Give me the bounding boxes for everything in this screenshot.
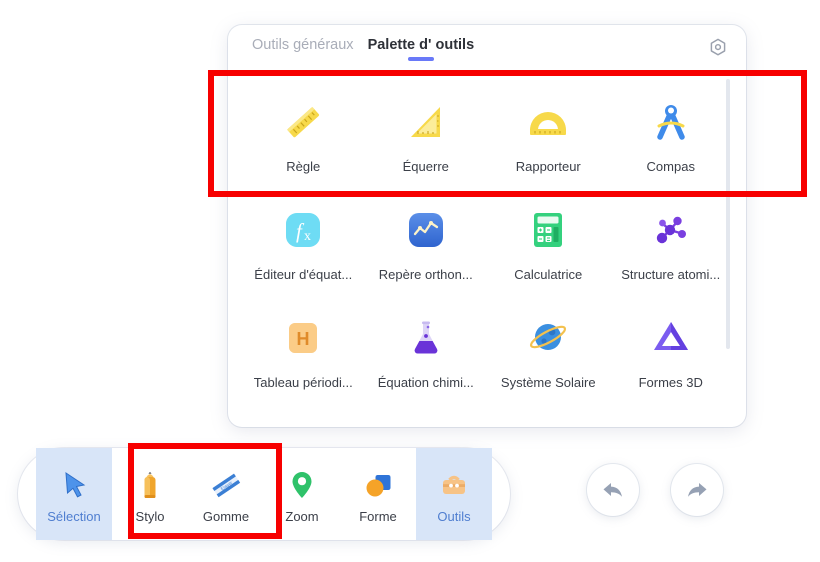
- gear-icon: [710, 38, 726, 56]
- tool-item-calculatrice[interactable]: Calculatrice: [487, 189, 610, 297]
- map-pin-icon: [282, 465, 322, 505]
- tool-label: Calculatrice: [514, 267, 583, 282]
- tool-item-formes-3d[interactable]: Formes 3D: [610, 297, 733, 405]
- tool-label: Tableau périodi...: [253, 375, 353, 390]
- tool-item-rapporteur[interactable]: Rapporteur: [487, 81, 610, 189]
- toolbar-item-zoom[interactable]: Zoom: [264, 448, 340, 540]
- tool-label: Équerre: [402, 159, 449, 174]
- tool-label: Équation chimi...: [377, 375, 474, 390]
- planet-icon: [521, 311, 575, 365]
- tool-label: Rapporteur: [515, 159, 581, 174]
- tool-item-equation-chimique[interactable]: Équation chimi...: [365, 297, 488, 405]
- pen-icon: [130, 465, 170, 505]
- tool-item-tableau-periodique[interactable]: H Tableau périodi...: [242, 297, 365, 405]
- toolbar-item-selection[interactable]: Sélection: [36, 448, 112, 540]
- toolbar-item-forme[interactable]: Forme: [340, 448, 416, 540]
- shapes-icon: [358, 465, 398, 505]
- undo-button[interactable]: [587, 464, 639, 516]
- tool-palette-panel: Outils généraux Palette d' outils Règle …: [228, 25, 746, 427]
- 3d-shapes-icon: [644, 311, 698, 365]
- toolbar-item-gomme[interactable]: Eraser Gomme: [188, 448, 264, 540]
- tool-label: Règle: [286, 159, 321, 174]
- tool-item-equerre[interactable]: Équerre: [365, 81, 488, 189]
- tool-label: Structure atomi...: [621, 267, 721, 282]
- tool-item-systeme-solaire[interactable]: Système Solaire: [487, 297, 610, 405]
- calculator-icon: [521, 203, 575, 257]
- tool-item-editeur-equation[interactable]: f x Éditeur d'équat...: [242, 189, 365, 297]
- panel-tabs: Outils généraux Palette d' outils: [252, 36, 475, 61]
- tool-label: Formes 3D: [638, 375, 703, 390]
- tab-label: Outils généraux: [252, 36, 354, 53]
- periodic-table-icon: H: [276, 311, 330, 365]
- tool-label: Repère orthon...: [378, 267, 473, 282]
- toolbar-label: Outils: [437, 508, 471, 524]
- tool-label: Système Solaire: [500, 375, 596, 390]
- tool-label: Compas: [646, 159, 695, 174]
- ruler-icon: [276, 95, 330, 149]
- chemistry-flask-icon: [399, 311, 453, 365]
- protractor-icon: [521, 95, 575, 149]
- toolbar-label: Gomme: [202, 508, 250, 524]
- toolbar-label: Stylo: [135, 508, 165, 524]
- equation-editor-icon: f x: [276, 203, 330, 257]
- tab-label: Palette d' outils: [367, 36, 475, 53]
- tool-item-repere-orthonorme[interactable]: Repère orthon...: [365, 189, 488, 297]
- active-tab-indicator: [407, 56, 434, 61]
- compass-icon: [644, 95, 698, 149]
- toolbar-label: Sélection: [47, 508, 101, 524]
- tool-item-structure-atomique[interactable]: Structure atomi...: [610, 189, 733, 297]
- tool-label: Éditeur d'équat...: [254, 267, 353, 282]
- panel-body: Règle Équerre Rapporteur Compas f x Édit…: [228, 71, 746, 427]
- toolbox-icon: [434, 465, 474, 505]
- redo-arrow-icon: [688, 483, 707, 497]
- undo-arrow-icon: [603, 483, 622, 497]
- settings-button[interactable]: [706, 36, 730, 60]
- svg-text:x: x: [304, 229, 311, 244]
- tab-outils-generaux[interactable]: Outils généraux: [252, 37, 354, 60]
- tool-item-regle[interactable]: Règle: [242, 81, 365, 189]
- tool-grid: Règle Équerre Rapporteur Compas f x Édit…: [228, 77, 746, 405]
- eraser-icon: Eraser: [206, 465, 246, 505]
- tool-item-compas[interactable]: Compas: [610, 81, 733, 189]
- tab-palette-doutils[interactable]: Palette d' outils: [367, 36, 475, 61]
- toolbar-label: Zoom: [285, 508, 319, 524]
- panel-header: Outils généraux Palette d' outils: [228, 25, 746, 71]
- toolbar-item-stylo[interactable]: Stylo: [112, 448, 188, 540]
- svg-text:H: H: [297, 329, 310, 349]
- toolbar-item-outils[interactable]: Outils: [416, 448, 492, 540]
- screen-root: Outils généraux Palette d' outils Règle …: [0, 0, 820, 562]
- set-square-icon: [399, 95, 453, 149]
- coordinate-graph-icon: [399, 203, 453, 257]
- bottom-toolbar: Sélection Stylo Eraser Gomme Zoom Forme …: [18, 448, 510, 540]
- panel-scrollbar-thumb[interactable]: [726, 79, 730, 349]
- redo-button[interactable]: [671, 464, 723, 516]
- atomic-structure-icon: [644, 203, 698, 257]
- cursor-arrow-icon: [54, 465, 94, 505]
- toolbar-label: Forme: [359, 508, 397, 524]
